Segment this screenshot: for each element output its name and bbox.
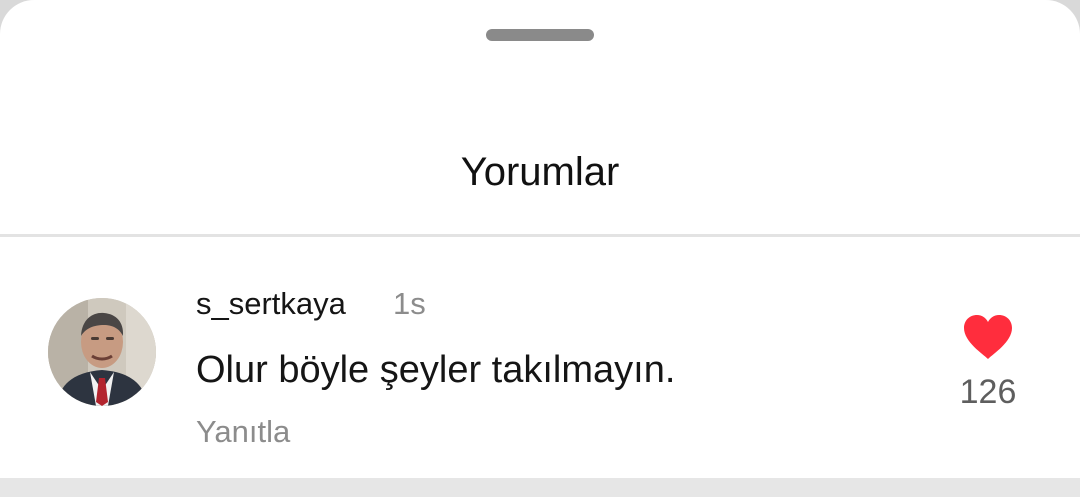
comment-username[interactable]: s_sertkaya [196, 285, 346, 323]
comment-timestamp: 1s [393, 286, 426, 321]
user-photo-icon [48, 298, 156, 406]
reply-button[interactable]: Yanıtla [196, 413, 290, 451]
comments-sheet: Yorumlar s_sertkaya 1s Olur böyle şeyler… [0, 0, 1080, 478]
comment-text: Olur böyle şeyler takılmayın. [196, 349, 676, 391]
like-count: 126 [959, 373, 1017, 411]
sheet-title: Yorumlar [460, 150, 620, 194]
avatar[interactable] [48, 298, 156, 406]
heart-icon[interactable] [961, 313, 1015, 361]
drag-handle[interactable] [486, 29, 594, 41]
bottom-edge [0, 478, 1080, 497]
comment-item: s_sertkaya 1s Olur böyle şeyler takılmay… [0, 237, 1080, 478]
